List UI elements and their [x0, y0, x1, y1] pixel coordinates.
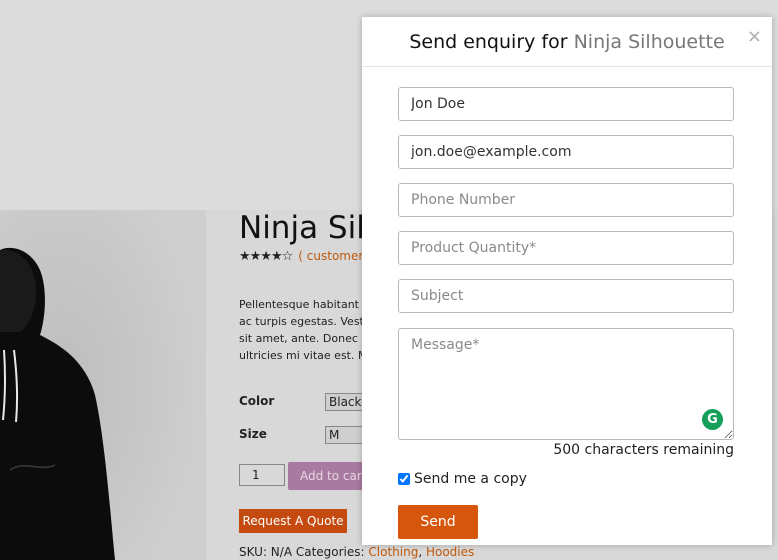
- category-separator: ,: [418, 545, 426, 559]
- sku-categories-text: SKU: N/A Categories:: [239, 545, 369, 559]
- modal-title: Send enquiry for Ninja Silhouette: [362, 31, 772, 53]
- review-link[interactable]: ( customer reviews): [298, 249, 369, 263]
- color-label: Color: [239, 394, 275, 408]
- product-rating: ★★★★☆ ( customer reviews): [239, 249, 369, 264]
- description-line: Pellentesque habitant morbi tristique se…: [239, 298, 369, 311]
- star-rating-icon: ★★★★☆: [239, 249, 293, 264]
- characters-remaining: 500 characters remaining: [553, 442, 734, 458]
- send-button[interactable]: Send: [398, 505, 478, 539]
- add-to-cart-button[interactable]: Add to cart: [288, 462, 369, 490]
- product-title: Ninja Silhouette: [239, 210, 369, 246]
- subject-field[interactable]: [398, 279, 734, 313]
- send-copy-checkbox[interactable]: [398, 473, 410, 485]
- description-line: ac turpis egestas. Vestibulum tortor qua…: [239, 315, 369, 328]
- message-textarea[interactable]: [398, 328, 734, 440]
- size-label: Size: [239, 427, 267, 441]
- product-meta: SKU: N/A Categories: Clothing, Hoodies: [239, 545, 474, 559]
- category-link-clothing[interactable]: Clothing: [368, 545, 418, 559]
- send-copy-option[interactable]: Send me a copy: [398, 471, 527, 487]
- close-icon[interactable]: ×: [747, 26, 762, 47]
- quantity-field[interactable]: [398, 231, 734, 265]
- request-quote-button[interactable]: Request A Quote: [239, 509, 347, 533]
- email-field[interactable]: [398, 135, 734, 169]
- description-line: sit amet, ante. Donec eu libero sit amet…: [239, 332, 369, 345]
- modal-header: Send enquiry for Ninja Silhouette ×: [362, 17, 772, 67]
- send-copy-label: Send me a copy: [414, 471, 527, 487]
- phone-field[interactable]: [398, 183, 734, 217]
- modal-title-prefix: Send enquiry for: [409, 31, 574, 53]
- description-line: ultricies mi vitae est. Mauris placerat …: [239, 349, 369, 362]
- product-description: Pellentesque habitant morbi tristique se…: [239, 296, 369, 364]
- product-image: [0, 210, 206, 560]
- enquiry-modal: Send enquiry for Ninja Silhouette × G 50…: [362, 17, 772, 545]
- grammarly-icon[interactable]: G: [702, 409, 723, 430]
- name-field[interactable]: [398, 87, 734, 121]
- product-summary: Ninja Silhouette ★★★★☆ ( customer reviews…: [239, 210, 369, 560]
- modal-title-product: Ninja Silhouette: [573, 31, 725, 53]
- category-link-hoodies[interactable]: Hoodies: [426, 545, 474, 559]
- quantity-input[interactable]: 1: [239, 464, 285, 486]
